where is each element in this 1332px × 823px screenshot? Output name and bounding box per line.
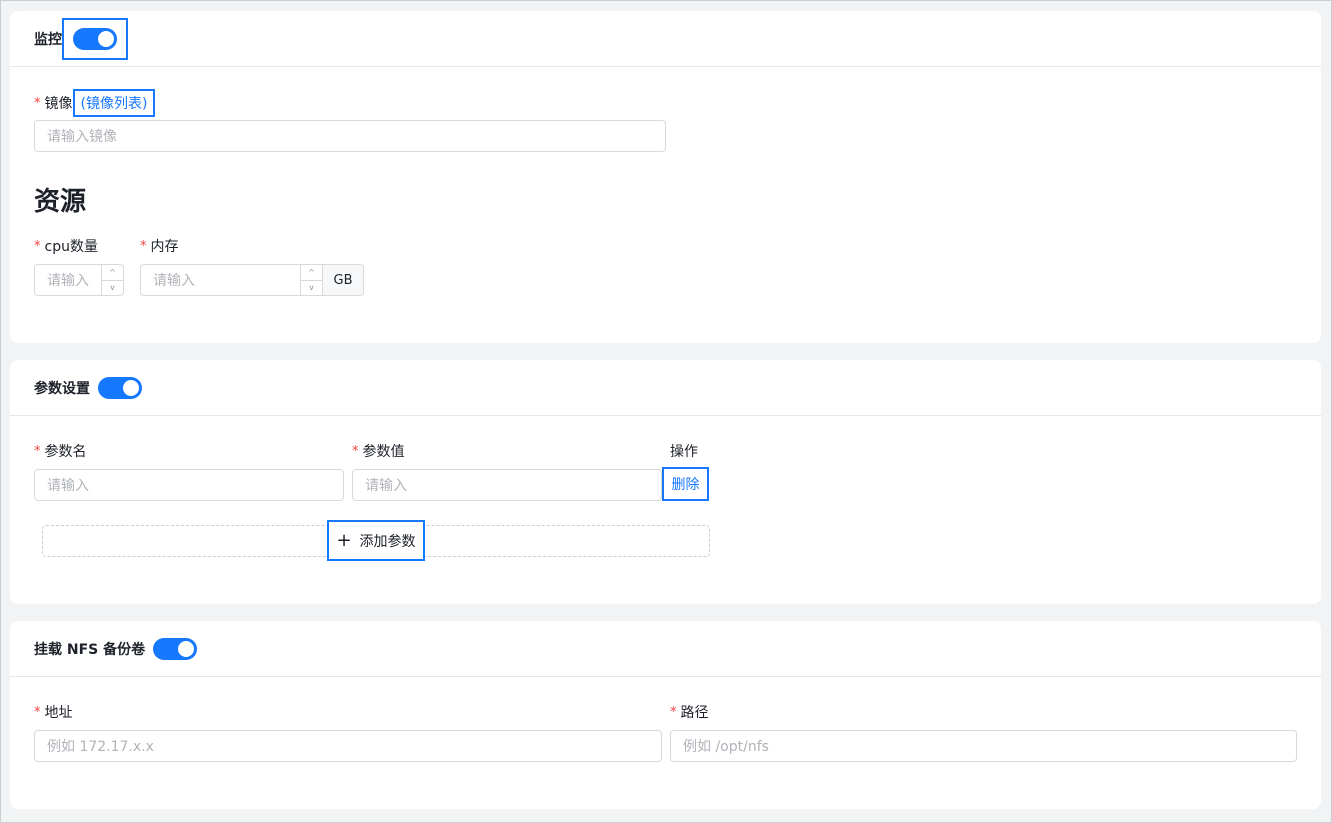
plus-icon: + [336,529,352,551]
chevron-up-icon[interactable]: ^ [301,265,322,280]
chevron-down-icon[interactable]: v [301,279,322,296]
monitor-card-header: 监控 [10,11,1321,67]
nfs-toggle[interactable] [153,637,198,660]
monitor-toggle[interactable] [73,27,117,50]
required-mark: * [352,443,359,459]
path-placeholder: 例如 /opt/nfs [683,739,769,755]
delete-param-button[interactable]: 删除 [662,467,709,501]
nfs-title: 挂载 NFS 备份卷 [34,641,146,658]
add-param-button[interactable]: + 添加参数 [327,520,425,561]
param-value-input[interactable]: 请输入 [352,469,662,501]
address-label-text: 地址 [44,705,73,721]
image-list-link[interactable]: (镜像列表) [72,89,156,117]
param-value-header-text: 参数值 [362,444,405,460]
path-label: * 路径 [670,702,709,722]
params-card: 参数设置 * 参数名 * 参数值 操作 请输入 请输入 删除 + 添加参数 [10,360,1321,604]
image-label-text: 镜像 [44,96,73,112]
params-card-header: 参数设置 [10,360,1321,416]
param-name-input[interactable]: 请输入 [34,469,344,501]
monitor-title: 监控 [34,31,62,48]
cpu-input-field[interactable]: 请输入 [35,265,101,295]
memory-number-input[interactable]: 请输入 ^ v GB [140,264,364,296]
param-name-header: * 参数名 [34,441,87,461]
add-param-label: 添加参数 [359,533,416,550]
cpu-label: * cpu数量 [34,236,98,256]
cpu-input-placeholder: 请输入 [47,273,89,289]
required-mark: * [34,238,41,254]
required-mark: * [670,704,677,720]
cpu-stepper[interactable]: ^ v [101,265,123,295]
path-label-text: 路径 [680,705,709,721]
image-input-placeholder: 请输入镜像 [47,129,117,145]
param-value-placeholder: 请输入 [365,478,407,494]
nfs-card: 挂载 NFS 备份卷 * 地址 例如 172.17.x.x * 路径 例如 /o… [10,621,1321,809]
required-mark: * [140,238,147,254]
memory-input-field[interactable]: 请输入 [141,265,300,295]
required-mark: * [34,95,41,111]
params-toggle[interactable] [98,376,142,399]
cpu-number-input[interactable]: 请输入 ^ v [34,264,124,296]
image-input[interactable]: 请输入镜像 [34,120,666,152]
resource-title: 资源 [34,187,87,217]
nfs-card-header: 挂载 NFS 备份卷 [10,621,1321,677]
memory-label: * 内存 [140,236,179,256]
monitor-card: 监控 * 镜像 (镜像列表) 请输入镜像 资源 * cpu数量 请输入 ^ v … [10,11,1321,343]
memory-input-placeholder: 请输入 [153,273,195,289]
chevron-down-icon[interactable]: v [102,279,123,296]
memory-unit: GB [322,265,363,295]
param-name-placeholder: 请输入 [47,478,89,494]
cpu-label-text: cpu数量 [44,239,98,255]
path-input[interactable]: 例如 /opt/nfs [670,730,1297,762]
address-placeholder: 例如 172.17.x.x [47,739,154,755]
required-mark: * [34,443,41,459]
param-name-header-text: 参数名 [44,444,87,460]
address-input[interactable]: 例如 172.17.x.x [34,730,662,762]
param-action-header: 操作 [670,444,698,460]
image-label: * 镜像 (镜像列表) [34,89,156,117]
params-title: 参数设置 [34,380,90,397]
param-value-header: * 参数值 [352,441,405,461]
memory-label-text: 内存 [150,239,179,255]
memory-stepper[interactable]: ^ v [300,265,322,295]
monitor-toggle-frame[interactable] [62,17,128,60]
required-mark: * [34,704,41,720]
address-label: * 地址 [34,702,73,722]
chevron-up-icon[interactable]: ^ [102,265,123,280]
